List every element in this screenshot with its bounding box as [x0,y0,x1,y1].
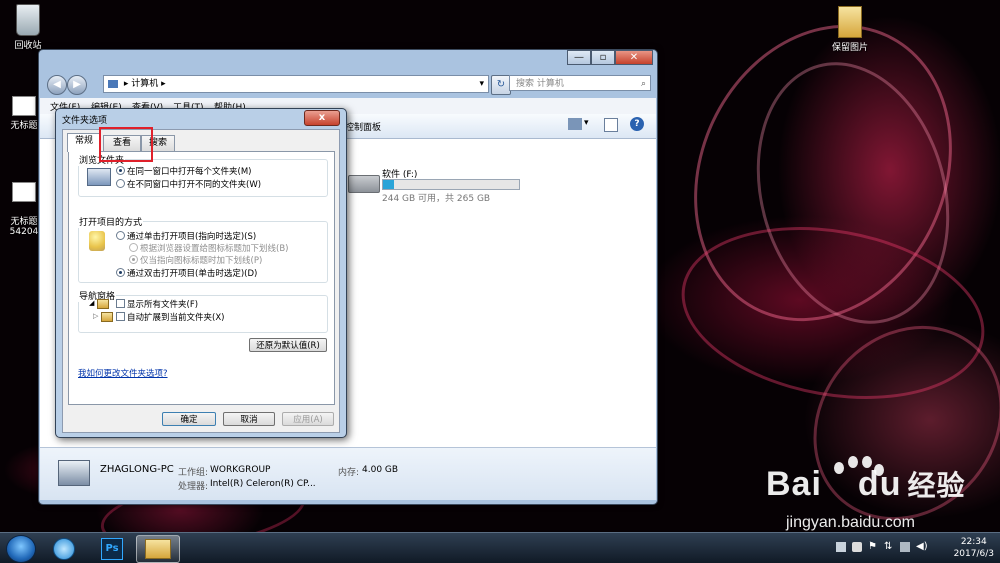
triangle-right-icon: ▷ [93,312,99,320]
window-controls: — ▫ ✕ [567,50,653,66]
folder-options-dialog: 文件夹选项 x 常规 查看 搜索 浏览文件夹 在同一窗口中打开每个文件夹(M) … [55,108,347,438]
drive-space: 244 GB 可用，共 265 GB [382,194,491,204]
watermark-url: jingyan.baidu.com [786,514,915,531]
search-placeholder: 搜索 计算机 [516,79,564,89]
volume-icon[interactable]: ◀) [916,541,928,552]
checkbox-auto-expand[interactable] [116,312,125,321]
tab-general[interactable]: 常规 [67,133,101,152]
breadcrumb-computer[interactable]: 计算机 [131,79,158,89]
details-pane: ZHAGLONG-PC 工作组: WORKGROUP 内存: 4.00 GB 处… [40,447,656,500]
desktop-icon-label: 无标题 54204 [9,217,39,237]
desktop-icon-saved-images[interactable]: 保留图片 [820,6,880,53]
label-new-window[interactable]: 在不同窗口中打开不同的文件夹(W) [127,178,261,190]
cursor-click-icon [89,231,105,251]
ok-button[interactable]: 确定 [162,412,216,426]
label-auto-expand[interactable]: 自动扩展到当前文件夹(X) [127,311,224,323]
label-underline-browser[interactable]: 根据浏览器设置给图标标题加下划线(B) [140,242,288,254]
folder-icon [145,539,171,559]
help-icon[interactable]: ? [630,117,644,131]
tab-page-general: 浏览文件夹 在同一窗口中打开每个文件夹(M) 在不同窗口中打开不同的文件夹(W)… [68,151,335,405]
image-file-icon [12,96,36,116]
minimize-button[interactable]: — [567,50,591,65]
chevron-right-icon: ▸ [161,79,166,89]
folder-icon [101,312,113,322]
radio-double-click[interactable] [116,268,125,277]
cpu-value: Intel(R) Celeron(R) CP... [210,479,316,489]
clock-time: 22:34 [960,537,987,547]
network-icon[interactable] [900,542,910,552]
desktop-icon-label: 回收站 [14,41,42,51]
maximize-button[interactable]: ▫ [591,50,615,65]
desktop-icon-label: 无标题 [10,121,38,131]
address-bar-row: ◀ ▶ ▸ 计算机 ▸ ▾ ↻ 搜索 计算机 ⌕ [45,72,651,96]
address-bar[interactable]: ▸ 计算机 ▸ ▾ [103,75,489,93]
radio-underline-hover[interactable] [129,255,138,264]
photoshop-icon: Ps [101,538,123,560]
search-icon: ⌕ [640,79,646,89]
dialog-close-button[interactable]: x [304,110,340,126]
start-button[interactable] [6,535,36,563]
triangle-down-icon: ◢ [89,299,95,307]
desktop-icon-recycle-bin[interactable]: 回收站 [0,4,58,51]
radio-same-window[interactable] [116,166,125,175]
label-underline-hover[interactable]: 仅当指向图标标题时加下划线(P) [140,254,262,266]
preview-pane-icon[interactable] [604,118,618,132]
refresh-icon[interactable]: ↻ [491,75,511,95]
clock[interactable]: 22:34 2017/6/3 [954,536,994,560]
close-button[interactable]: ✕ [615,50,653,65]
back-button[interactable]: ◀ [47,75,67,95]
tray-icon-device[interactable] [852,542,862,552]
baidu-watermark: Bai du 经验 jingyan.baidu.com [738,456,978,536]
taskbar-explorer[interactable] [136,535,180,563]
workgroup-value: WORKGROUP [210,465,271,475]
recycle-bin-icon [16,4,40,36]
label-single-click[interactable]: 通过单击打开项目(指向时选定)(S) [127,230,256,242]
computer-name: ZHAGLONG-PC [100,464,174,475]
taskbar: Ps ⚑ ⇅ ◀) 22:34 2017/6/3 [0,532,1000,563]
view-options-icon[interactable] [568,118,582,130]
apply-button[interactable]: 应用(A) [282,412,334,426]
cancel-button[interactable]: 取消 [223,412,275,426]
tray-arrow-icon[interactable]: ⇅ [884,541,892,552]
drive-icon [348,175,380,193]
workgroup-label: 工作组: [178,468,209,478]
dialog-body: 常规 查看 搜索 浏览文件夹 在同一窗口中打开每个文件夹(M) 在不同窗口中打开… [62,127,340,433]
tray-icon-input[interactable] [836,542,846,552]
taskbar-browser[interactable] [44,535,84,561]
chevron-down-icon[interactable]: ▾ [584,118,589,128]
dialog-title: 文件夹选项 [62,116,108,126]
drive-usage-bar [382,179,520,190]
radio-single-click[interactable] [116,231,125,240]
radio-underline-browser[interactable] [129,243,138,252]
search-input[interactable]: 搜索 计算机 ⌕ [509,75,651,91]
control-panel-button[interactable]: 控制面板 [345,120,381,133]
browse-folders-icon [87,168,111,186]
taskbar-photoshop[interactable]: Ps [92,535,132,561]
help-link[interactable]: 我如何更改文件夹选项? [78,367,168,379]
label-double-click[interactable]: 通过双击打开项目(单击时选定)(D) [127,267,257,279]
highlight-box [99,127,153,162]
watermark-brand: Bai du 经验 [766,465,966,503]
folder-icon [97,299,109,309]
image-file-icon [12,182,36,202]
checkbox-show-all-folders[interactable] [116,299,125,308]
drive-usage-fill [383,180,394,189]
folder-icon [838,6,862,38]
memory-value: 4.00 GB [362,465,399,475]
computer-icon [58,460,90,486]
desktop-icon-label: 保留图片 [831,43,868,53]
restore-defaults-button[interactable]: 还原为默认值(R) [249,338,327,352]
clock-date: 2017/6/3 [953,549,994,559]
flag-icon[interactable]: ⚑ [868,541,877,552]
label-show-all-folders[interactable]: 显示所有文件夹(F) [127,298,198,310]
memory-label: 内存: [338,468,360,478]
chevron-down-icon[interactable]: ▾ [479,76,484,92]
forward-button[interactable]: ▶ [67,75,87,95]
radio-new-window[interactable] [116,179,125,188]
open-items-title: 打开项目的方式 [78,215,144,228]
cpu-label: 处理器: [178,482,209,492]
computer-icon [108,79,118,88]
label-same-window[interactable]: 在同一窗口中打开每个文件夹(M) [127,165,251,177]
browser-icon [53,538,75,560]
